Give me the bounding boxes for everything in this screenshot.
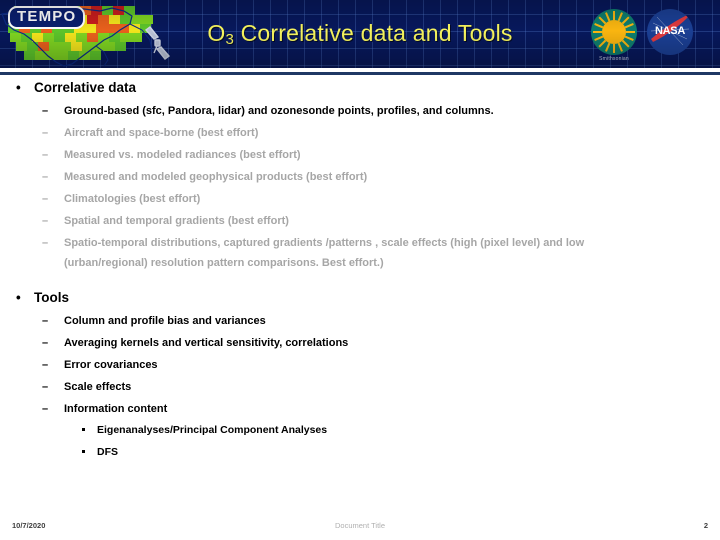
dash-marker: –: [42, 359, 49, 371]
dash-marker: –: [42, 337, 49, 349]
bullet-item: – Column and profile bias and variances: [0, 311, 720, 331]
header-banner: TEMPO O3 Correlative data and Tools Smit…: [0, 0, 720, 68]
bullet-item-label: Measured and modeled geophysical product…: [64, 171, 368, 183]
square-bullet-marker: [82, 450, 85, 453]
sub-bullet-item-label: DFS: [97, 446, 118, 458]
dash-marker: –: [42, 127, 49, 139]
bullet-item: – Measured and modeled geophysical produc…: [0, 167, 720, 187]
sub-bullet-item: DFS: [0, 443, 720, 462]
bullet-item-label: Averaging kernels and vertical sensitivi…: [64, 337, 349, 349]
bullet-item: – Scale effects: [0, 377, 720, 397]
bullet-item: – Ground-based (sfc, Pandora, lidar) and …: [0, 101, 720, 121]
banner-vignette: [0, 0, 720, 68]
bullet-item: – Error covariances: [0, 355, 720, 375]
slide-footer: 10/7/2020 Document Title 2: [0, 521, 720, 535]
bullet-item: – Climatologies (best effort): [0, 189, 720, 209]
header-divider-rule: [0, 72, 720, 75]
sub-bullet-item-label: Eigenanalyses/Principal Component Analys…: [97, 424, 328, 436]
section-heading-label: Tools: [34, 290, 69, 305]
bullet-item-label: Ground-based (sfc, Pandora, lidar) and o…: [64, 105, 494, 117]
bullet-item: – Measured vs. modeled radiances (best ef…: [0, 145, 720, 165]
bullet-item-label: Spatial and temporal gradients (best eff…: [64, 215, 289, 227]
bullet-item: – Averaging kernels and vertical sensitiv…: [0, 333, 720, 353]
bullet-item: – Spatial and temporal gradients (best ef…: [0, 211, 720, 231]
bullet-item: – Spatio-temporal distributions, captured…: [0, 233, 720, 273]
bullet-item-label: Scale effects: [64, 381, 132, 393]
dash-marker: –: [42, 403, 49, 415]
dash-marker: –: [42, 215, 49, 227]
bullet-item-label: Column and profile bias and variances: [64, 315, 266, 327]
bullet-item-label: Measured vs. modeled radiances (best eff…: [64, 149, 301, 161]
bullet-item-label: Spatio-temporal distributions, captured …: [64, 237, 585, 269]
dash-marker: –: [42, 105, 49, 117]
dash-marker: –: [42, 381, 49, 393]
slide-body: • Correlative data – Ground-based (sfc, Pan…: [0, 78, 720, 465]
dash-marker: –: [42, 237, 49, 249]
section-heading: • Tools: [0, 288, 720, 307]
dash-marker: –: [42, 149, 49, 161]
bullet-item-label: Error covariances: [64, 359, 158, 371]
bullet-marker: •: [16, 80, 21, 95]
footer-title: Document Title: [334, 521, 386, 530]
bullet-item-label: Aircraft and space-borne (best effort): [64, 127, 259, 139]
nasa-wordmark: NASA: [655, 25, 685, 37]
bullet-item: – Information content: [0, 399, 720, 419]
bullet-item-label: Climatologies (best effort): [64, 193, 201, 205]
section-heading: • Correlative data: [0, 78, 720, 97]
bullet-item: – Aircraft and space-borne (best effort): [0, 123, 720, 143]
section-heading-label: Correlative data: [34, 80, 137, 95]
sub-bullet-item: Eigenanalyses/Principal Component Analys…: [0, 421, 720, 440]
dash-marker: –: [42, 171, 49, 183]
dash-marker: –: [42, 315, 49, 327]
bullet-item-label: Information content: [64, 403, 168, 415]
bullet-marker: •: [16, 290, 21, 305]
footer-page-number: 2: [703, 521, 708, 530]
dash-marker: –: [42, 193, 49, 205]
square-bullet-marker: [82, 428, 85, 431]
